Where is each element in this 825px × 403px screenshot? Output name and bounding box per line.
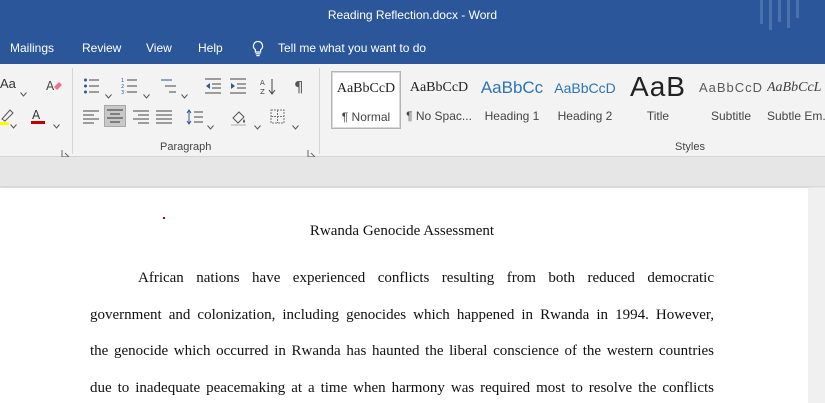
document-title[interactable]: Rwanda Genocide Assessment (90, 223, 714, 240)
style-name: Title (646, 109, 670, 123)
change-case-button[interactable]: Aa (0, 76, 16, 91)
lightbulb-icon[interactable] (251, 40, 265, 57)
paragraph-dialog-launcher-icon[interactable] (307, 143, 316, 158)
chevron-down-icon[interactable] (292, 115, 299, 130)
chevron-down-icon[interactable] (53, 114, 60, 129)
chevron-down-icon[interactable] (181, 84, 188, 99)
justify-icon[interactable] (155, 108, 173, 126)
paragraph-line[interactable]: the genocide which occurred in Rwanda ha… (90, 343, 714, 360)
title-decoration (787, 0, 790, 28)
style-name: Heading 1 (484, 109, 540, 123)
ribbon-tabs: Mailings Review View Help Tell me what y… (0, 34, 825, 64)
font-color-icon[interactable]: A (30, 107, 48, 125)
style-sample: AaBbCcD (698, 80, 764, 95)
chevron-down-icon[interactable] (207, 115, 214, 130)
style-no-spacing[interactable]: AaBbCcD ¶ No Spac... (404, 71, 474, 129)
style-subtitle[interactable]: AaBbCcD Subtitle (696, 71, 766, 129)
title-decoration (760, 0, 763, 24)
svg-text:Z: Z (260, 88, 265, 95)
paragraph-line[interactable]: African nations have experienced conflic… (90, 270, 714, 287)
title-decoration (769, 0, 772, 30)
title-decoration (778, 0, 781, 22)
tell-me-search[interactable]: Tell me what you want to do (278, 41, 426, 55)
sort-icon[interactable]: AZ (260, 77, 278, 95)
clear-formatting-icon[interactable]: A (45, 77, 63, 95)
align-right-icon[interactable] (132, 108, 150, 126)
tab-mailings[interactable]: Mailings (10, 41, 54, 55)
style-name: ¶ Normal (341, 110, 391, 124)
word-window: Reading Reflection.docx - Word Mailings … (0, 0, 825, 403)
style-subtle-emphasis[interactable]: AaBbCcL Subtle Em... (767, 71, 825, 129)
align-left-icon[interactable] (82, 108, 100, 126)
style-sample: AaBbCcD (554, 80, 616, 96)
ribbon-home: Aa A A 123 A Z ¶ Paragraph AaBbCcD ¶ Nor… (0, 64, 825, 158)
style-name: Subtle Em... (767, 109, 825, 123)
revision-mark (163, 217, 165, 219)
title-decoration (796, 0, 799, 18)
style-normal[interactable]: AaBbCcD ¶ Normal (331, 71, 401, 129)
shading-icon[interactable] (230, 108, 248, 126)
tab-help[interactable]: Help (198, 41, 223, 55)
style-sample: AaBbCcD (336, 81, 396, 96)
tab-view[interactable]: View (146, 41, 172, 55)
svg-text:A: A (32, 108, 41, 122)
multilevel-list-icon[interactable] (160, 77, 178, 95)
chevron-down-icon[interactable] (254, 115, 261, 130)
chevron-down-icon[interactable] (10, 114, 17, 129)
style-name: ¶ No Spac... (406, 109, 472, 123)
bullets-icon[interactable] (83, 77, 101, 95)
svg-text:A: A (46, 79, 55, 93)
line-spacing-icon[interactable] (186, 108, 204, 126)
style-sample: AaB (630, 71, 686, 102)
decrease-indent-icon[interactable] (204, 77, 222, 95)
numbering-icon[interactable]: 123 (121, 77, 139, 95)
pilcrow-icon[interactable]: ¶ (291, 77, 309, 95)
style-title[interactable]: AaB Title (623, 71, 693, 129)
tab-review[interactable]: Review (82, 41, 121, 55)
group-separator (72, 68, 73, 154)
style-heading-1[interactable]: AaBbCc Heading 1 (477, 71, 547, 129)
styles-gallery: AaBbCcD ¶ Normal AaBbCcD ¶ No Spac... Aa… (327, 69, 825, 131)
canvas-top-margin (0, 157, 825, 187)
paragraph-line[interactable]: due to inadequate peacemaking at a time … (90, 380, 714, 397)
window-title: Reading Reflection.docx - Word (327, 8, 498, 22)
style-name: Subtitle (710, 109, 752, 123)
group-separator (319, 68, 320, 154)
title-bar: Reading Reflection.docx - Word (0, 0, 825, 34)
paragraph-group-label: Paragraph (160, 141, 212, 153)
document-canvas: Rwanda Genocide Assessment African natio… (0, 157, 825, 403)
style-sample: AaBbCcD (409, 80, 469, 95)
styles-group-label: Styles (675, 141, 705, 153)
style-sample: AaBbCc (480, 78, 544, 97)
align-center-button[interactable] (104, 105, 126, 127)
increase-indent-icon[interactable] (229, 77, 247, 95)
style-sample: AaBbCcL (767, 80, 822, 95)
svg-text:A: A (260, 79, 265, 87)
chevron-down-icon[interactable] (143, 84, 150, 99)
font-dialog-launcher-icon[interactable] (61, 143, 70, 158)
svg-text:3: 3 (121, 90, 124, 95)
chevron-down-icon[interactable] (20, 82, 27, 97)
chevron-down-icon[interactable] (105, 84, 112, 99)
borders-icon[interactable] (269, 108, 287, 126)
paragraph-line[interactable]: government and colonization, including g… (90, 307, 714, 324)
svg-text:¶: ¶ (294, 78, 304, 95)
style-name: Heading 2 (557, 109, 613, 123)
style-heading-2[interactable]: AaBbCcD Heading 2 (550, 71, 620, 129)
vertical-scrollbar[interactable] (808, 188, 825, 403)
highlight-swatch (0, 122, 9, 125)
document-page[interactable]: Rwanda Genocide Assessment African natio… (0, 188, 808, 403)
